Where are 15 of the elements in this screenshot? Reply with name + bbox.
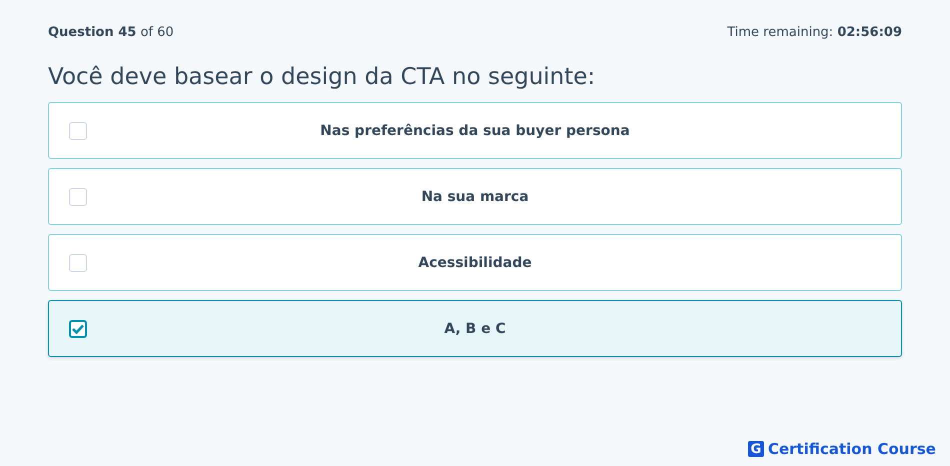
question-text: Você deve basear o design da CTA no seguinte: (48, 64, 596, 90)
question-counter: Question 45 of 60 (48, 24, 174, 40)
check-icon (72, 324, 84, 334)
time-remaining: Time remaining: 02:56:09 (727, 24, 902, 40)
answer-option[interactable]: Na sua marca (48, 168, 902, 225)
answer-option[interactable]: A, B e C (48, 300, 902, 357)
option-label: A, B e C (443, 320, 507, 336)
answer-option[interactable]: Nas preferências da sua buyer persona (48, 102, 902, 159)
answer-option[interactable]: Acessibilidade (48, 234, 902, 291)
option-label: Acessibilidade (417, 254, 533, 270)
checkbox[interactable] (69, 320, 87, 338)
option-label: Nas preferências da sua buyer persona (319, 122, 631, 138)
option-label: Na sua marca (420, 188, 530, 204)
logo-mark: G (748, 441, 764, 457)
brand-name: Certification Course (768, 440, 936, 458)
